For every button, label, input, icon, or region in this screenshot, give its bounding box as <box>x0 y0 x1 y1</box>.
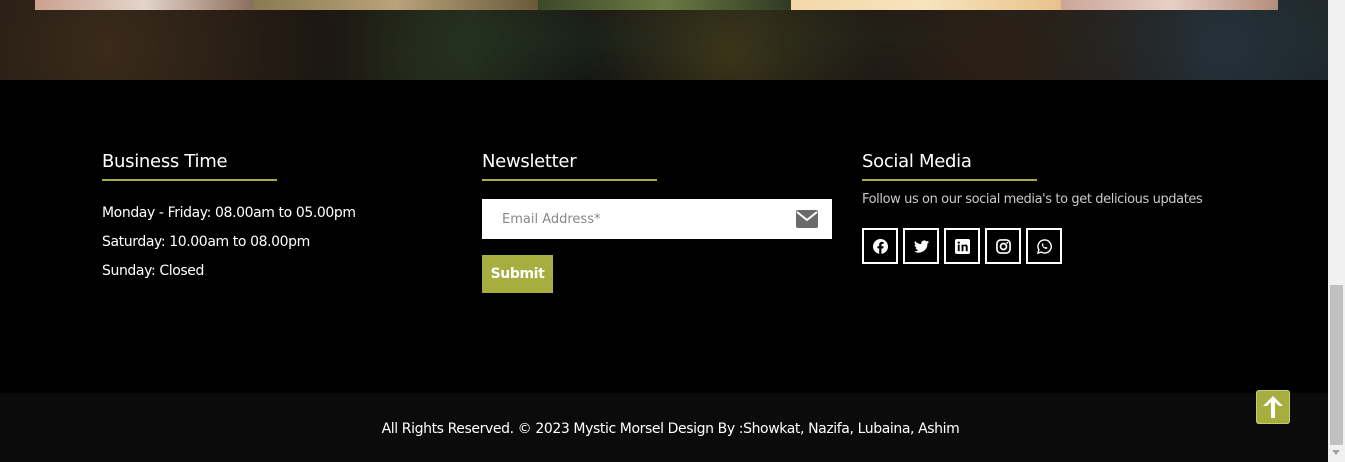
newsletter-title: Newsletter <box>482 151 577 172</box>
social-media-title: Social Media <box>862 151 972 172</box>
twitter-icon <box>913 239 929 253</box>
email-field[interactable] <box>482 199 782 239</box>
facebook-button[interactable] <box>862 228 898 264</box>
title-underline <box>482 179 657 181</box>
envelope-icon <box>796 210 818 228</box>
email-field-wrapper <box>482 199 832 239</box>
title-underline <box>102 179 277 181</box>
submit-button[interactable]: Submit <box>482 255 553 293</box>
hours-list: Monday - Friday: 08.00am to 05.00pm Satu… <box>102 199 442 286</box>
copyright-text: All Rights Reserved. © 2023 Mystic Morse… <box>381 420 960 437</box>
facebook-icon <box>872 238 888 254</box>
gallery-image-5 <box>1061 0 1278 10</box>
gallery-image-4 <box>791 0 1061 10</box>
hours-weekdays: Monday - Friday: 08.00am to 05.00pm <box>102 205 356 221</box>
gallery-image-2 <box>253 0 538 10</box>
social-media-section: Social Media Follow us on our social med… <box>862 150 1262 264</box>
food-background-image <box>0 0 1328 80</box>
instagram-icon <box>995 238 1011 254</box>
whatsapp-button[interactable] <box>1026 228 1062 264</box>
arrow-up-icon <box>1263 396 1283 418</box>
gallery-image-3 <box>538 0 791 10</box>
business-time-title: Business Time <box>102 151 228 172</box>
newsletter-section: Newsletter Submit <box>482 150 832 293</box>
twitter-button[interactable] <box>903 228 939 264</box>
title-underline <box>862 179 1037 181</box>
linkedin-icon <box>954 238 970 254</box>
hours-saturday: Saturday: 10.00am to 08.00pm <box>102 234 310 250</box>
instagram-button[interactable] <box>985 228 1021 264</box>
linkedin-button[interactable] <box>944 228 980 264</box>
scrollbar-thumb[interactable] <box>1330 285 1343 445</box>
copyright-bar: All Rights Reserved. © 2023 Mystic Morse… <box>0 393 1328 462</box>
whatsapp-icon <box>1036 238 1052 254</box>
business-time-section: Business Time Monday - Friday: 08.00am t… <box>102 150 442 286</box>
scrollbar[interactable] <box>1328 0 1345 462</box>
gallery-image-1 <box>35 0 253 10</box>
hours-sunday: Sunday: Closed <box>102 263 204 279</box>
social-icons-row <box>862 228 1262 264</box>
back-to-top-button[interactable] <box>1256 390 1290 424</box>
scroll-down-arrow-icon[interactable] <box>1332 450 1340 455</box>
social-media-description: Follow us on our social media's to get d… <box>862 192 1203 207</box>
